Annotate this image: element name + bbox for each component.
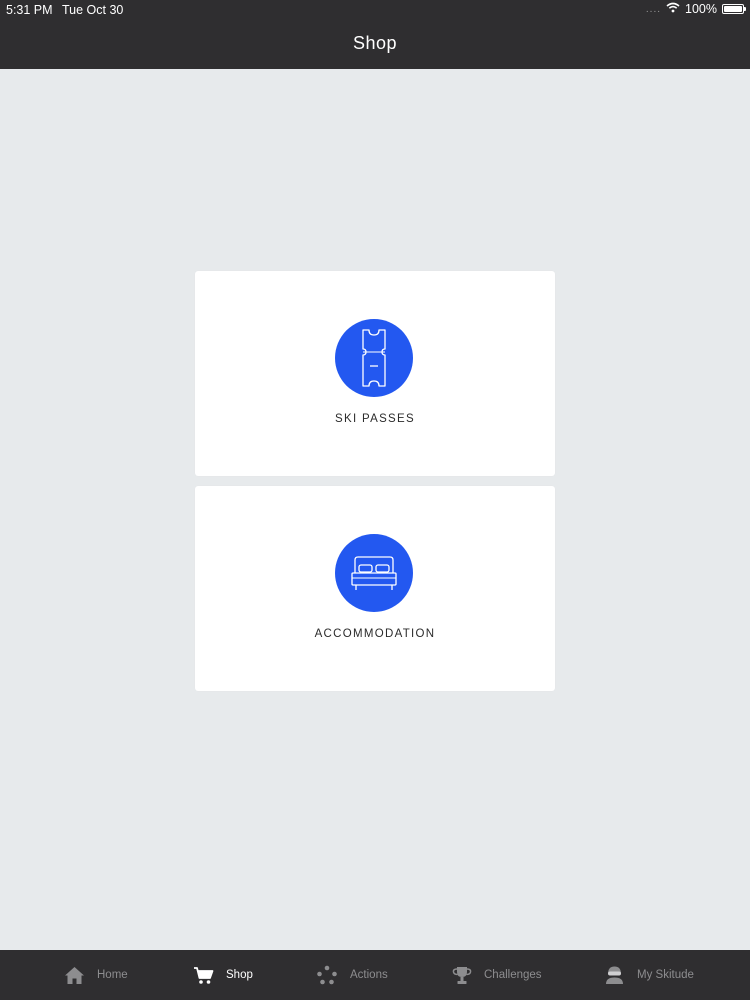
status-bar: 5:31 PM Tue Oct 30 .... 100% <box>0 0 750 22</box>
trophy-icon <box>452 965 472 985</box>
status-date: Tue Oct 30 <box>62 3 124 17</box>
accommodation-label: ACCOMMODATION <box>314 628 436 640</box>
dots-icon <box>316 965 338 985</box>
tab-bar: Home Shop Actions Challenges My Skitude <box>0 950 750 1000</box>
status-time: 5:31 PM <box>6 3 53 17</box>
tab-my-skitude[interactable]: My Skitude <box>604 950 694 1000</box>
status-indicators: .... 100% <box>645 2 746 16</box>
signal-dots-icon: .... <box>645 4 662 15</box>
tab-challenges[interactable]: Challenges <box>452 950 542 1000</box>
tab-actions-label: Actions <box>350 969 388 981</box>
battery-percent: 100% <box>685 2 717 16</box>
battery-icon <box>722 4 746 14</box>
navigation-bar: Shop <box>0 22 750 69</box>
tab-home-label: Home <box>97 969 128 981</box>
tab-actions[interactable]: Actions <box>316 950 388 1000</box>
tab-shop-label: Shop <box>226 969 253 981</box>
tab-challenges-label: Challenges <box>484 969 542 981</box>
home-icon <box>64 966 85 985</box>
tab-shop[interactable]: Shop <box>193 950 253 1000</box>
tab-my-skitude-label: My Skitude <box>637 969 694 981</box>
page-title: Shop <box>352 33 398 53</box>
cart-icon <box>193 966 214 985</box>
ski-passes-label: SKI PASSES <box>335 413 415 425</box>
bed-icon <box>335 534 413 612</box>
skier-avatar-icon <box>604 965 625 985</box>
wifi-icon <box>666 2 680 16</box>
tab-home[interactable]: Home <box>64 950 128 1000</box>
ticket-icon <box>335 319 413 397</box>
accommodation-card[interactable]: ACCOMMODATION <box>195 486 555 691</box>
ski-passes-card[interactable]: SKI PASSES <box>195 271 555 476</box>
